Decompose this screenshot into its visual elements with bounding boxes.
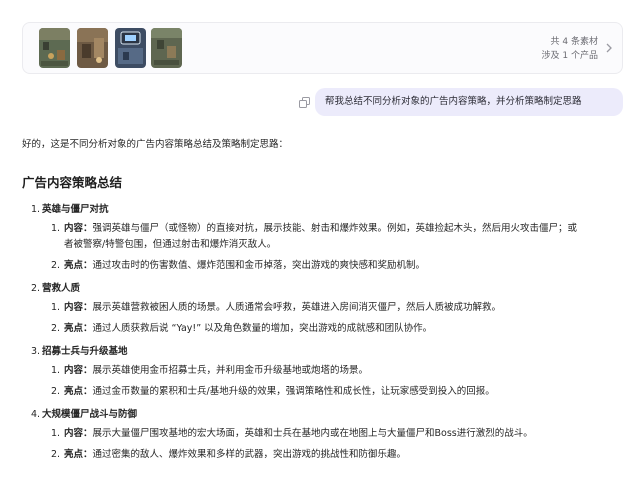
reply-intro: 好的，这是不同分析对象的广告内容策略总结及策略制定思路： [22, 139, 289, 150]
assets-card[interactable]: 共 4 条素材 涉及 1 个产品 [22, 22, 623, 74]
asset-thumbnail-2-image [77, 28, 108, 68]
item-text: 展示英雄营救被困人质的场景。人质通常会呼救，英雄进入房间消灭僵尸，然后人质被成功… [92, 302, 502, 313]
item-key: 亮点： [64, 449, 93, 460]
chevron-right-icon[interactable] [604, 41, 614, 55]
item-key: 亮点： [64, 323, 93, 334]
item-number: 1. [51, 365, 61, 376]
section-number: 1. [31, 204, 41, 215]
user-message-bubble: 帮我总结不同分析对象的广告内容策略，并分析策略制定思路 [315, 88, 623, 116]
item-key: 内容： [64, 302, 93, 313]
asset-thumbnail-3-image [115, 28, 146, 68]
section-number: 4. [31, 409, 41, 420]
section-number: 3. [31, 346, 41, 357]
strategy-section: 1. 英雄与僵尸对抗 1. 内容：强调英雄与僵尸（或怪物）的直接对抗，展示技能、… [22, 203, 602, 274]
item-key: 内容： [64, 428, 93, 439]
assets-summary: 共 4 条素材 涉及 1 个产品 [542, 35, 598, 63]
section-title: 英雄与僵尸对抗 [42, 204, 109, 215]
assets-count-label: 共 4 条素材 [550, 37, 598, 47]
list-item: 2. 亮点：通过攻击时的伤害数值、爆炸范围和金币掉落，突出游戏的爽快感和奖励机制… [42, 258, 584, 274]
list-item: 1. 内容：展示大量僵尸围攻基地的宏大场面，英雄和士兵在基地内或在地图上与大量僵… [42, 426, 584, 442]
asset-thumbnail-3[interactable] [115, 28, 146, 68]
list-item: 2. 亮点：通过人质获救后说 “Yay!” 以及角色数量的增加，突出游戏的成就感… [42, 321, 584, 337]
item-text: 强调英雄与僵尸（或怪物）的直接对抗，展示技能、射击和爆炸效果。例如，英雄捡起木头… [64, 223, 578, 250]
item-key: 内容： [64, 365, 93, 376]
section-title: 营救人质 [42, 283, 81, 294]
strategy-list: 1. 英雄与僵尸对抗 1. 内容：强调英雄与僵尸（或怪物）的直接对抗，展示技能、… [22, 203, 602, 463]
item-text: 展示英雄使用金币招募士兵，并利用金币升级基地或炮塔的场景。 [92, 365, 369, 376]
section-title: 招募士兵与升级基地 [42, 346, 128, 357]
item-number: 1. [51, 302, 61, 313]
reply-heading: 广告内容策略总结 [22, 175, 123, 190]
section-items: 1. 内容：强调英雄与僵尸（或怪物）的直接对抗，展示技能、射击和爆炸效果。例如，… [42, 221, 602, 274]
strategy-section: 3. 招募士兵与升级基地 1. 内容：展示英雄使用金币招募士兵，并利用金币升级基… [22, 345, 602, 400]
assistant-reply: 好的，这是不同分析对象的广告内容策略总结及策略制定思路： 广告内容策略总结 1.… [22, 138, 602, 471]
list-item: 2. 亮点：通过密集的敌人、爆炸效果和多样的武器，突出游戏的挑战性和防御乐趣。 [42, 447, 584, 463]
item-number: 2. [51, 323, 61, 334]
asset-thumbnail-1-image [39, 28, 70, 68]
list-item: 2. 亮点：通过金币数量的累积和士兵/基地升级的效果，强调策略性和成长性，让玩家… [42, 384, 584, 400]
list-item: 1. 内容：展示英雄营救被困人质的场景。人质通常会呼救，英雄进入房间消灭僵尸，然… [42, 300, 584, 316]
strategy-section: 2. 营救人质 1. 内容：展示英雄营救被困人质的场景。人质通常会呼救，英雄进入… [22, 282, 602, 337]
item-key: 亮点： [64, 386, 93, 397]
item-text: 通过人质获救后说 “Yay!” 以及角色数量的增加，突出游戏的成就感和团队协作。 [92, 323, 433, 334]
item-text: 通过密集的敌人、爆炸效果和多样的武器，突出游戏的挑战性和防御乐趣。 [92, 449, 407, 460]
section-number: 2. [31, 283, 41, 294]
section-title: 大规模僵尸战斗与防御 [42, 409, 138, 420]
strategy-section: 4. 大规模僵尸战斗与防御 1. 内容：展示大量僵尸围攻基地的宏大场面，英雄和士… [22, 408, 602, 463]
section-items: 1. 内容：展示英雄营救被困人质的场景。人质通常会呼救，英雄进入房间消灭僵尸，然… [42, 300, 602, 337]
section-items: 1. 内容：展示大量僵尸围攻基地的宏大场面，英雄和士兵在基地内或在地图上与大量僵… [42, 426, 602, 463]
item-key: 亮点： [64, 260, 93, 271]
asset-thumbnail-4-image [151, 28, 182, 68]
assets-products-label: 涉及 1 个产品 [541, 51, 598, 61]
asset-thumbnail-1[interactable] [39, 28, 70, 68]
item-text: 展示大量僵尸围攻基地的宏大场面，英雄和士兵在基地内或在地图上与大量僵尸和Boss… [92, 428, 533, 439]
item-number: 2. [51, 260, 61, 271]
copy-icon[interactable] [299, 97, 310, 108]
item-number: 1. [51, 223, 61, 234]
item-number: 1. [51, 428, 61, 439]
section-items: 1. 内容：展示英雄使用金币招募士兵，并利用金币升级基地或炮塔的场景。 2. 亮… [42, 363, 602, 400]
item-text: 通过金币数量的累积和士兵/基地升级的效果，强调策略性和成长性，让玩家感受到投入的… [92, 386, 495, 397]
item-number: 2. [51, 386, 61, 397]
asset-thumbnail-2[interactable] [77, 28, 108, 68]
item-text: 通过攻击时的伤害数值、爆炸范围和金币掉落，突出游戏的爽快感和奖励机制。 [92, 260, 426, 271]
list-item: 1. 内容：强调英雄与僵尸（或怪物）的直接对抗，展示技能、射击和爆炸效果。例如，… [42, 221, 584, 253]
list-item: 1. 内容：展示英雄使用金币招募士兵，并利用金币升级基地或炮塔的场景。 [42, 363, 584, 379]
item-number: 2. [51, 449, 61, 460]
item-key: 内容： [64, 223, 93, 234]
asset-thumbnail-4[interactable] [151, 28, 182, 68]
